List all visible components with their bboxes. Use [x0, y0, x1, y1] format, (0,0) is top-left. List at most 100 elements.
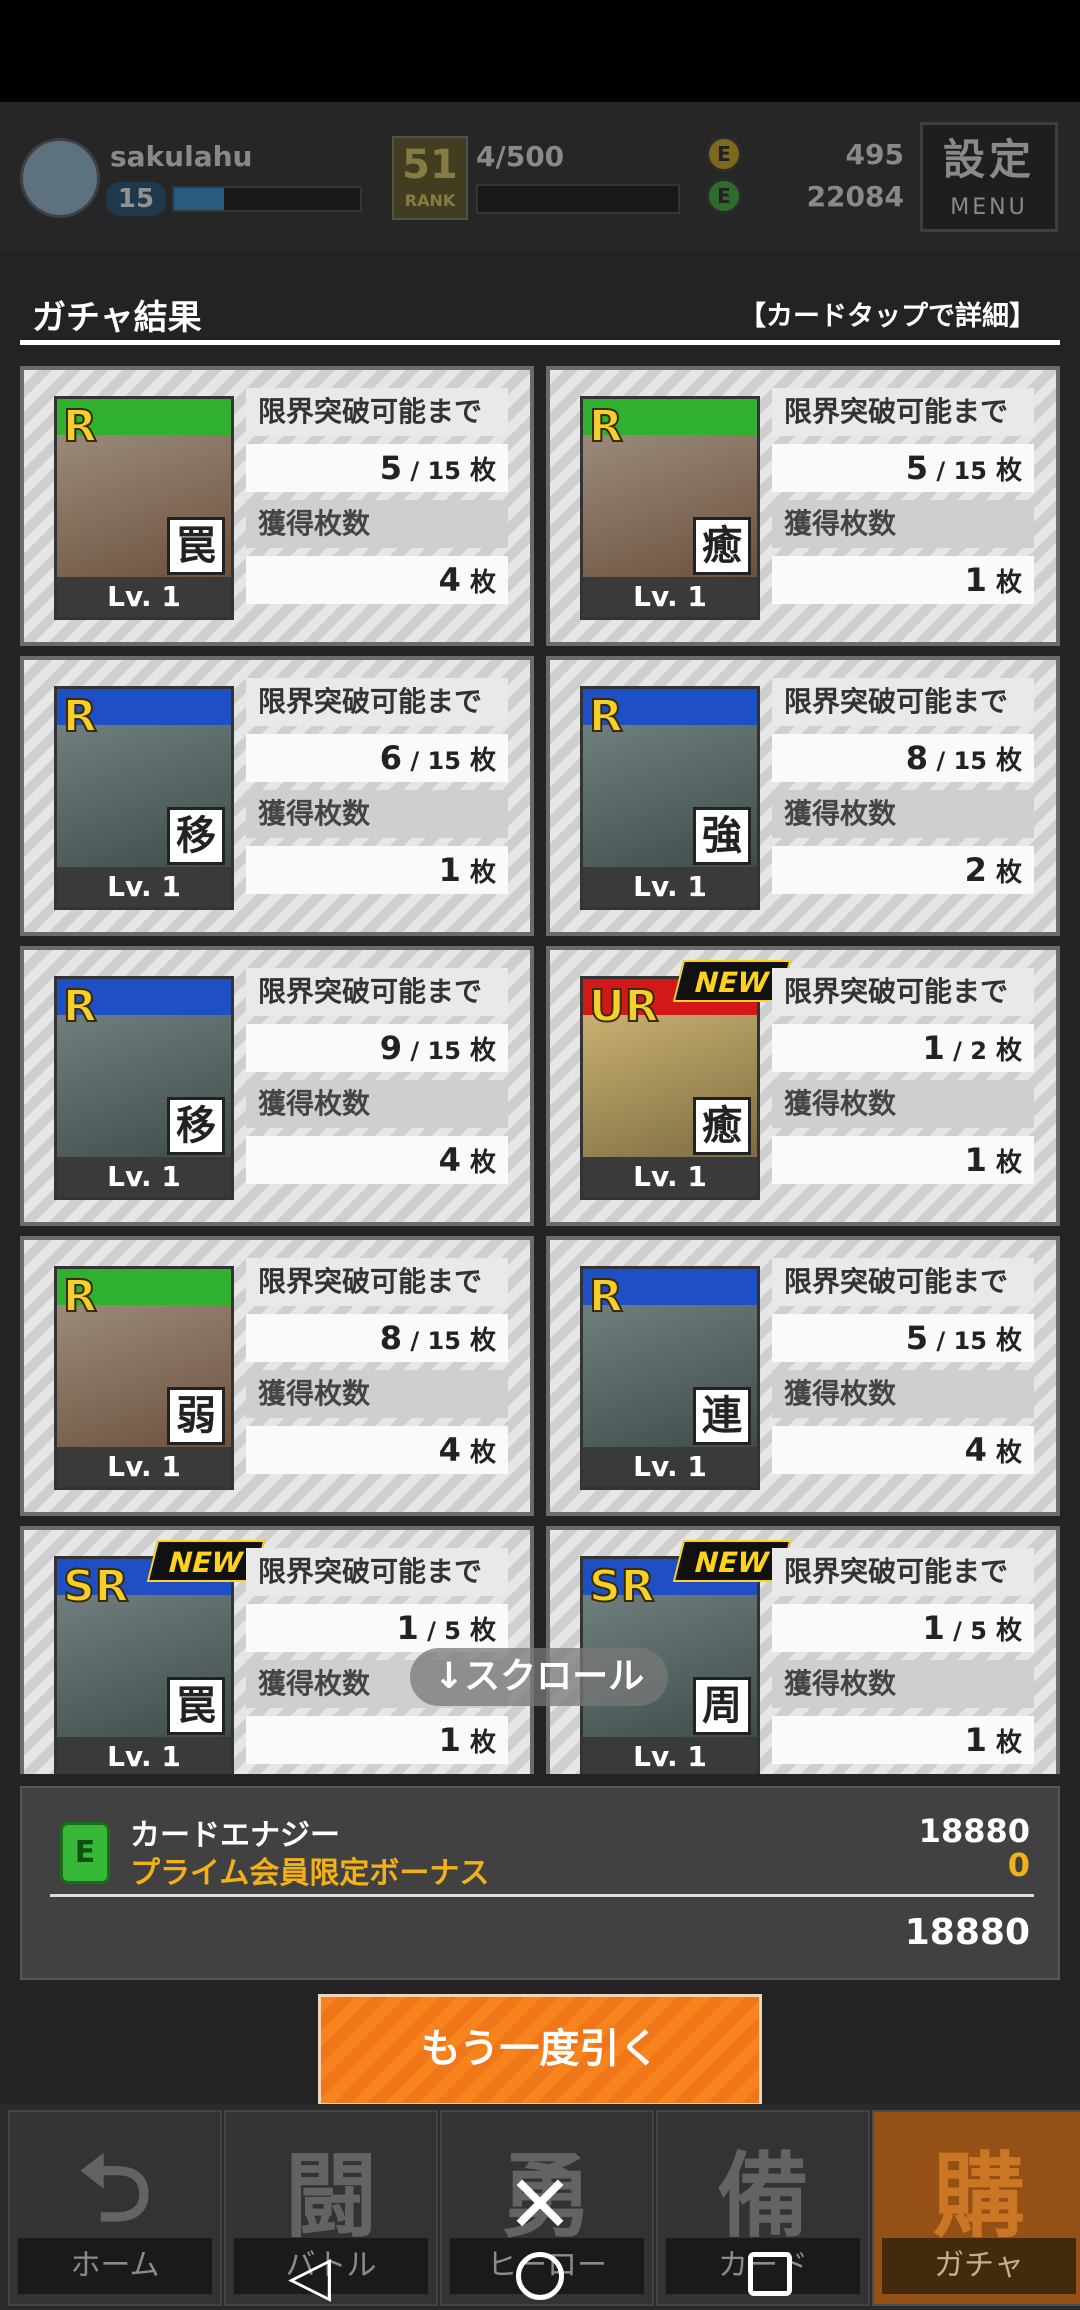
card-level: Lv. 1: [57, 577, 231, 617]
prime-bonus-label: プライム会員限定ボーナス: [130, 1856, 490, 1891]
card-rarity: R: [588, 1270, 624, 1323]
card-thumbnail: R 移 Lv. 1: [54, 976, 234, 1200]
card-level: Lv. 1: [57, 1447, 231, 1487]
card-rarity: R: [588, 690, 624, 743]
prime-bonus-value: 0: [1007, 1846, 1030, 1884]
obtained-count-label: 獲得枚数: [772, 1370, 1034, 1418]
player-level: 15: [106, 182, 166, 216]
obtained-count-label: 獲得枚数: [772, 500, 1034, 548]
system-home-icon[interactable]: [516, 2252, 564, 2300]
settings-menu-button[interactable]: 設定 MENU: [920, 122, 1058, 232]
system-back-icon[interactable]: ◁: [288, 2244, 331, 2309]
card-type-kanji: 罠: [167, 517, 225, 575]
limit-break-value: 5 / 15 枚: [772, 444, 1034, 492]
obtained-count-value: 4 枚: [246, 1136, 508, 1184]
limit-break-value: 1 / 5 枚: [772, 1604, 1034, 1652]
energy-value: 18880: [918, 1812, 1030, 1850]
card-type-kanji: 連: [693, 1387, 751, 1445]
obtained-count-value: 1 枚: [246, 1716, 508, 1764]
card-rarity: R: [62, 980, 98, 1033]
obtained-count-value: 1 枚: [246, 846, 508, 894]
rank-badge: 51 RANK: [392, 136, 468, 220]
obtained-count-value: 4 枚: [772, 1426, 1034, 1474]
card-level: Lv. 1: [583, 577, 757, 617]
limit-break-value: 8 / 15 枚: [246, 1314, 508, 1362]
limit-break-label: 限界突破可能まで: [246, 1258, 508, 1306]
limit-break-value: 8 / 15 枚: [772, 734, 1034, 782]
limit-break-label: 限界突破可能まで: [246, 388, 508, 436]
header: sakulahu 15 51 RANK 4/500 E E 495 22084 …: [0, 102, 1080, 252]
menu-button-kanji: 設定: [942, 135, 1035, 184]
card-type-kanji: 周: [693, 1677, 751, 1735]
card-level: Lv. 1: [583, 1447, 757, 1487]
energy-can-icon: E: [60, 1822, 110, 1884]
xp-bar-fill: [174, 188, 224, 210]
card-type-kanji: 罠: [167, 1677, 225, 1735]
energy-divider: [50, 1894, 1034, 1897]
rank-label: RANK: [404, 191, 456, 210]
card-thumbnail: R 強 Lv. 1: [580, 686, 760, 910]
card-energy-panel: E カードエナジー プライム会員限定ボーナス 18880 0 18880: [20, 1786, 1060, 1980]
limit-break-value: 5 / 15 枚: [772, 1314, 1034, 1362]
rank-progress-bar: [476, 184, 680, 214]
limit-break-value: 5 / 15 枚: [246, 444, 508, 492]
card-level: Lv. 1: [583, 1737, 757, 1774]
card-rarity: R: [62, 1270, 98, 1323]
gacha-result-card[interactable]: R 移 Lv. 1 限界突破可能まで 6 / 15 枚獲得枚数 1 枚: [20, 656, 534, 936]
limit-break-label: 限界突破可能まで: [772, 1258, 1034, 1306]
rank-number: 51: [402, 142, 458, 188]
tap-card-hint: 【カードタップで詳細】: [739, 301, 1036, 332]
page-title: ガチャ結果: [32, 298, 202, 338]
card-thumbnail: SR 罠 Lv. 1: [54, 1556, 234, 1774]
obtained-count-label: 獲得枚数: [246, 790, 508, 838]
system-recents-icon[interactable]: [748, 2252, 792, 2296]
gacha-result-card[interactable]: R 癒 Lv. 1 限界突破可能まで 5 / 15 枚獲得枚数 1 枚: [546, 366, 1060, 646]
obtained-count-label: 獲得枚数: [246, 500, 508, 548]
card-thumbnail: R 癒 Lv. 1: [580, 396, 760, 620]
obtained-count-label: 獲得枚数: [772, 790, 1034, 838]
gacha-result-card[interactable]: R 強 Lv. 1 限界突破可能まで 8 / 15 枚獲得枚数 2 枚: [546, 656, 1060, 936]
gacha-result-card[interactable]: UR 癒 Lv. 1 NEW 限界突破可能まで 1 / 2 枚獲得枚数 1 枚: [546, 946, 1060, 1226]
card-rarity: SR: [588, 1560, 656, 1613]
obtained-count-value: 1 枚: [772, 556, 1034, 604]
avatar[interactable]: [20, 138, 100, 218]
card-rarity: R: [62, 690, 98, 743]
card-type-kanji: 移: [167, 807, 225, 865]
card-type-kanji: 癒: [693, 1097, 751, 1155]
limit-break-label: 限界突破可能まで: [246, 968, 508, 1016]
gacha-result-card[interactable]: R 罠 Lv. 1 限界突破可能まで 5 / 15 枚獲得枚数 4 枚: [20, 366, 534, 646]
card-type-kanji: 移: [167, 1097, 225, 1155]
card-level: Lv. 1: [583, 867, 757, 907]
pull-again-button[interactable]: もう一度引く: [318, 1994, 762, 2106]
rank-count: 4/500: [476, 140, 565, 173]
gacha-results-grid[interactable]: R 罠 Lv. 1 限界突破可能まで 5 / 15 枚獲得枚数 4 枚 R 癒 Lv. 1 限界突…: [20, 366, 1060, 1774]
card-level: Lv. 1: [583, 1157, 757, 1197]
obtained-count-label: 獲得枚数: [772, 1080, 1034, 1128]
xp-bar: [172, 186, 362, 212]
gacha-result-card[interactable]: R 連 Lv. 1 限界突破可能まで 5 / 15 枚獲得枚数 4 枚: [546, 1236, 1060, 1516]
card-type-kanji: 癒: [693, 517, 751, 575]
yellow-coin-icon: E: [706, 136, 742, 172]
limit-break-label: 限界突破可能まで: [772, 968, 1034, 1016]
close-icon[interactable]: ✕: [504, 2165, 576, 2245]
gacha-result-card[interactable]: R 弱 Lv. 1 限界突破可能まで 8 / 15 枚獲得枚数 4 枚: [20, 1236, 534, 1516]
card-rarity: UR: [588, 980, 660, 1033]
menu-button-label: MENU: [950, 195, 1028, 220]
card-level: Lv. 1: [57, 1737, 231, 1774]
card-rarity: SR: [62, 1560, 130, 1613]
card-rarity: R: [62, 400, 98, 453]
card-type-kanji: 弱: [167, 1387, 225, 1445]
title-divider: [20, 340, 1060, 345]
gacha-result-card[interactable]: R 移 Lv. 1 限界突破可能まで 9 / 15 枚獲得枚数 4 枚: [20, 946, 534, 1226]
limit-break-label: 限界突破可能まで: [772, 678, 1034, 726]
card-level: Lv. 1: [57, 1157, 231, 1197]
currency-green: 22084: [806, 180, 904, 213]
card-thumbnail: R 連 Lv. 1: [580, 1266, 760, 1490]
limit-break-label: 限界突破可能まで: [246, 678, 508, 726]
status-bar: [0, 0, 1080, 102]
limit-break-value: 9 / 15 枚: [246, 1024, 508, 1072]
green-coin-icon: E: [706, 178, 742, 214]
card-type-kanji: 強: [693, 807, 751, 865]
gacha-result-title-bar: ガチャ結果 【カードタップで詳細】: [20, 290, 1060, 346]
limit-break-label: 限界突破可能まで: [246, 1548, 508, 1596]
